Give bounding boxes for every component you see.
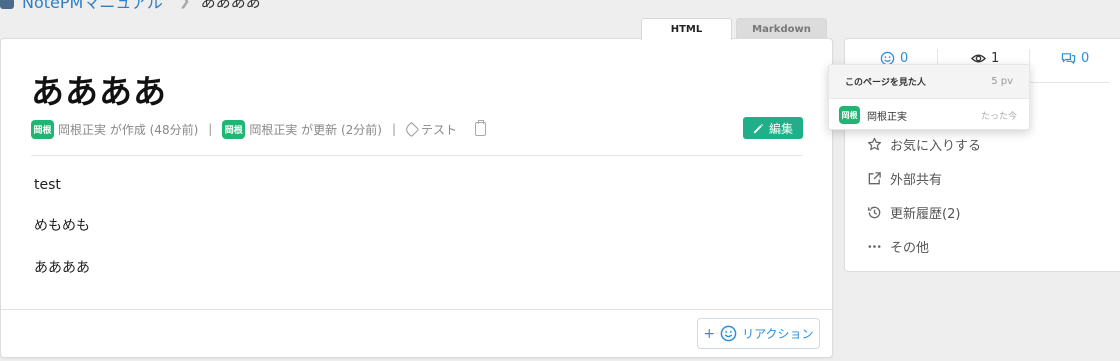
viewers-popover-header: このページを見た人 5 pv <box>829 65 1029 99</box>
smile-icon <box>720 325 737 342</box>
breadcrumb-root-link[interactable]: NotePMマニュアル <box>22 0 163 13</box>
comments-icon <box>1061 53 1076 65</box>
favorite-label: お気に入りする <box>890 139 982 154</box>
notepm-logo-icon <box>0 0 14 9</box>
body-paragraph: めもめも <box>34 218 90 234</box>
viewers-popover-title: このページを見た人 <box>845 78 926 88</box>
viewer-time: たった今 <box>980 111 1017 122</box>
body-paragraph: ああああ <box>34 260 90 276</box>
page-card: ああああ 岡根 岡根正実 が作成 (48分前) | 岡根 岡根正実 が更新 (2… <box>0 38 833 358</box>
author-avatar[interactable]: 岡根 <box>31 119 54 139</box>
footer-divider <box>1 309 832 310</box>
copy-clipboard-icon[interactable] <box>475 120 487 136</box>
page-meta: 岡根 岡根正実 が作成 (48分前) | 岡根 岡根正実 が更新 (2分前) |… <box>31 119 487 139</box>
created-by-text: 岡根正実 が作成 (48分前) <box>58 122 199 137</box>
viewer-row[interactable]: 岡根 岡根正実 たった今 <box>829 99 1029 131</box>
edit-button[interactable]: 編集 <box>743 117 803 139</box>
history-label: 更新履歴(2) <box>890 207 961 222</box>
tab-html[interactable]: HTML <box>641 18 732 40</box>
breadcrumb-separator-icon: ❯ <box>178 0 191 9</box>
add-reaction-label: リアクション <box>742 327 814 341</box>
updated-by-text: 岡根正実 が更新 (2分前) <box>249 122 382 137</box>
pencil-icon <box>753 123 764 133</box>
page-view-count: 5 pv <box>991 76 1013 87</box>
viewers-popover: このページを見た人 5 pv 岡根 岡根正実 たった今 <box>828 64 1030 130</box>
more-icon <box>868 245 881 248</box>
comments-count: 0 <box>1081 51 1090 66</box>
edit-button-label: 編集 <box>768 121 793 136</box>
history-icon <box>868 206 881 219</box>
external-share-action[interactable]: 外部共有 <box>867 169 942 188</box>
more-label: その他 <box>890 241 930 256</box>
external-share-label: 外部共有 <box>890 173 943 188</box>
breadcrumb-current: ああああ <box>200 0 261 11</box>
page-title: ああああ <box>31 72 167 111</box>
meta-divider: | <box>391 122 396 136</box>
comments-count-button[interactable]: 0 <box>1061 51 1089 66</box>
updater-avatar[interactable]: 岡根 <box>222 119 246 139</box>
favorite-action[interactable]: お気に入りする <box>867 135 981 154</box>
meta-divider: | <box>208 122 213 136</box>
viewer-name: 岡根正実 <box>867 111 907 123</box>
body-paragraph: test <box>34 177 61 193</box>
viewer-avatar: 岡根 <box>839 106 860 124</box>
history-action[interactable]: 更新履歴(2) <box>867 203 960 222</box>
plus-icon: + <box>703 325 716 342</box>
star-icon <box>867 137 882 151</box>
more-action[interactable]: その他 <box>867 237 929 256</box>
breadcrumb: NotePMマニュアル ❯ ああああ <box>0 0 261 13</box>
external-link-icon <box>868 172 881 185</box>
title-divider <box>31 155 802 156</box>
tag-icon <box>403 121 420 137</box>
tab-markdown[interactable]: Markdown <box>736 18 827 39</box>
add-reaction-button[interactable]: + リアクション <box>697 318 820 349</box>
tag-link[interactable]: テスト <box>421 121 457 138</box>
